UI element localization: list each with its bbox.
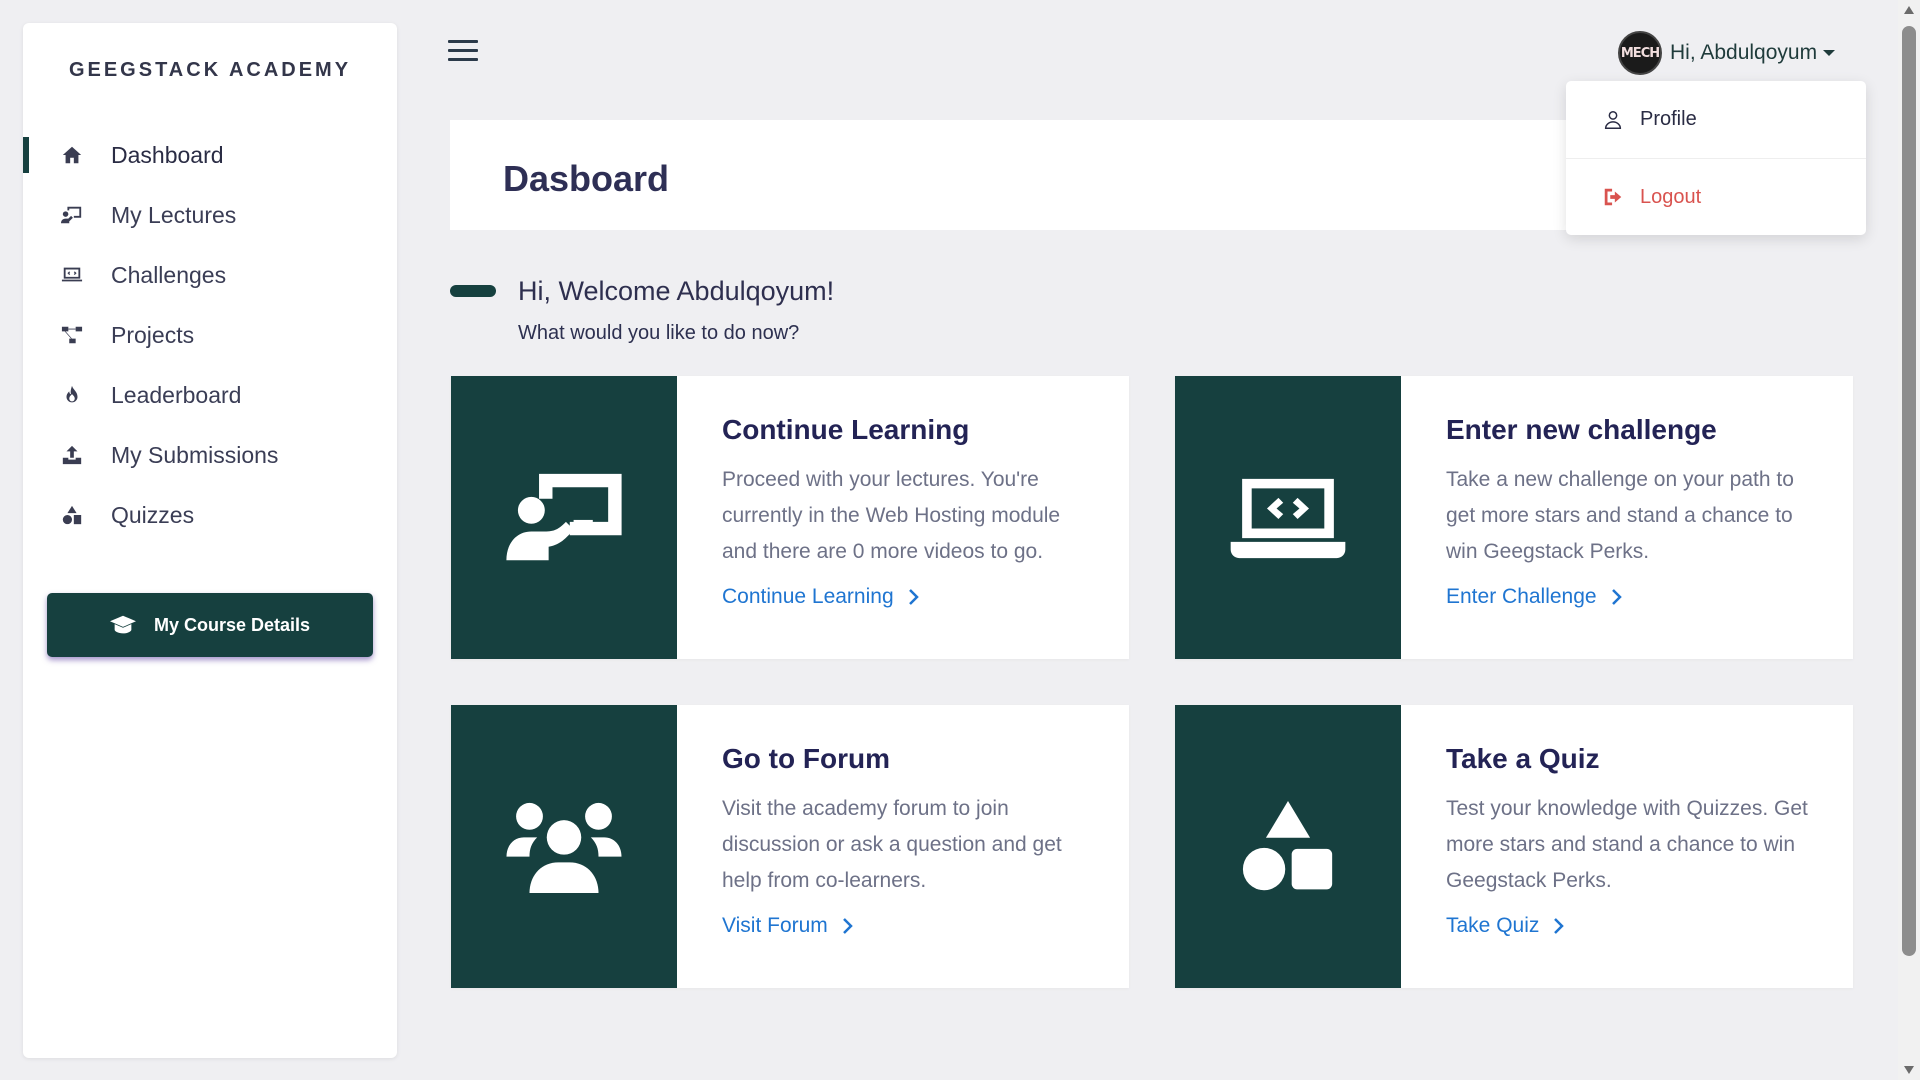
card-title: Continue Learning bbox=[722, 414, 970, 445]
sidebar-item-leaderboard[interactable]: Leaderboard bbox=[23, 365, 397, 425]
sidebar: GEEGSTACK ACADEMY Dashboard My Lectures … bbox=[23, 23, 397, 1058]
hamburger-menu-button[interactable] bbox=[448, 40, 478, 66]
chevron-right-icon bbox=[1554, 918, 1565, 934]
chevron-right-icon bbox=[1611, 589, 1622, 605]
sidebar-item-label: My Submissions bbox=[111, 441, 279, 468]
sidebar-nav: Dashboard My Lectures Challenges Project… bbox=[23, 125, 397, 545]
chevron-right-icon bbox=[908, 589, 919, 605]
continue-learning-link[interactable]: Continue Learning bbox=[722, 585, 920, 609]
card-description: Proceed with your lectures. You're curre… bbox=[722, 468, 1061, 563]
graduation-cap-icon bbox=[109, 615, 136, 634]
card-take-quiz: Take a Quiz Test your knowledge with Qui… bbox=[1175, 705, 1853, 988]
card-description: Test your knowledge with Quizzes. Get mo… bbox=[1446, 797, 1808, 892]
welcome-accent-bar bbox=[450, 285, 496, 297]
scrollbar-thumb[interactable] bbox=[1902, 26, 1916, 956]
sidebar-item-projects[interactable]: Projects bbox=[23, 305, 397, 365]
lecture-icon bbox=[57, 203, 87, 227]
card-description: Visit the academy forum to join discussi… bbox=[722, 797, 1062, 892]
sidebar-item-label: Challenges bbox=[111, 261, 227, 288]
users-icon bbox=[506, 802, 622, 893]
dropdown-profile-label: Profile bbox=[1640, 108, 1697, 130]
avatar: MECH bbox=[1618, 31, 1662, 75]
dropdown-item-logout[interactable]: Logout bbox=[1566, 158, 1866, 235]
card-continue-learning: Continue Learning Proceed with your lect… bbox=[451, 376, 1129, 659]
card-enter-challenge: Enter new challenge Take a new challenge… bbox=[1175, 376, 1853, 659]
fire-icon bbox=[57, 383, 87, 407]
sidebar-item-label: My Lectures bbox=[111, 201, 237, 228]
sidebar-item-my-lectures[interactable]: My Lectures bbox=[23, 185, 397, 245]
enter-challenge-link[interactable]: Enter Challenge bbox=[1446, 585, 1623, 609]
card-icon-box bbox=[1175, 376, 1401, 659]
sidebar-item-dashboard[interactable]: Dashboard bbox=[23, 125, 397, 185]
lecture-icon bbox=[506, 473, 622, 560]
sidebar-item-quizzes[interactable]: Quizzes bbox=[23, 485, 397, 545]
page-title: Dasboard bbox=[503, 158, 670, 199]
project-diagram-icon bbox=[57, 323, 87, 347]
sidebar-item-challenges[interactable]: Challenges bbox=[23, 245, 397, 305]
sidebar-item-label: Leaderboard bbox=[111, 381, 242, 408]
take-quiz-link[interactable]: Take Quiz bbox=[1446, 914, 1565, 938]
user-menu-toggle[interactable]: MECH Hi, Abdulqoyum bbox=[1618, 30, 1836, 76]
my-course-details-label: My Course Details bbox=[153, 614, 311, 635]
dropdown-item-profile[interactable]: Profile bbox=[1566, 81, 1866, 158]
code-laptop-icon bbox=[57, 263, 87, 287]
sidebar-item-label: Quizzes bbox=[111, 501, 195, 528]
card-go-to-forum: Go to Forum Visit the academy forum to j… bbox=[451, 705, 1129, 988]
home-icon bbox=[57, 143, 87, 167]
code-laptop-icon bbox=[1230, 478, 1346, 558]
card-link-label: Visit Forum bbox=[722, 914, 828, 937]
logout-icon bbox=[1604, 188, 1622, 206]
visit-forum-link[interactable]: Visit Forum bbox=[722, 914, 854, 938]
my-course-details-button[interactable]: My Course Details bbox=[47, 593, 373, 657]
sidebar-item-my-submissions[interactable]: My Submissions bbox=[23, 425, 397, 485]
scroll-down-icon[interactable] bbox=[1904, 1066, 1914, 1074]
upload-icon bbox=[57, 443, 87, 467]
sidebar-item-label: Dashboard bbox=[111, 141, 224, 168]
card-title: Go to Forum bbox=[722, 743, 890, 774]
card-link-label: Continue Learning bbox=[722, 585, 894, 608]
card-description: Take a new challenge on your path to get… bbox=[1446, 468, 1794, 563]
caret-down-icon bbox=[1823, 50, 1836, 56]
user-icon bbox=[1604, 110, 1622, 129]
card-title: Take a Quiz bbox=[1446, 743, 1600, 774]
brand-title: GEEGSTACK ACADEMY bbox=[68, 59, 352, 81]
card-icon-box bbox=[451, 376, 677, 659]
page-scrollbar[interactable] bbox=[1898, 0, 1920, 1080]
card-link-label: Take Quiz bbox=[1446, 914, 1540, 937]
card-link-label: Enter Challenge bbox=[1446, 585, 1597, 608]
avatar-text: MECH bbox=[1620, 45, 1660, 61]
user-dropdown-menu: Profile Logout bbox=[1566, 81, 1866, 235]
card-icon-box bbox=[451, 705, 677, 988]
sidebar-item-label: Projects bbox=[111, 321, 195, 348]
shapes-icon bbox=[1242, 800, 1333, 890]
chevron-right-icon bbox=[842, 918, 853, 934]
welcome-title: Hi, Welcome Abdulqoyum! bbox=[518, 276, 835, 306]
scroll-up-icon[interactable] bbox=[1904, 6, 1914, 14]
card-title: Enter new challenge bbox=[1446, 414, 1717, 445]
welcome-subtitle: What would you like to do now? bbox=[518, 322, 800, 344]
dropdown-logout-label: Logout bbox=[1640, 185, 1702, 208]
shapes-icon bbox=[57, 503, 87, 527]
card-icon-box bbox=[1175, 705, 1401, 988]
user-greeting: Hi, Abdulqoyum bbox=[1670, 41, 1818, 64]
